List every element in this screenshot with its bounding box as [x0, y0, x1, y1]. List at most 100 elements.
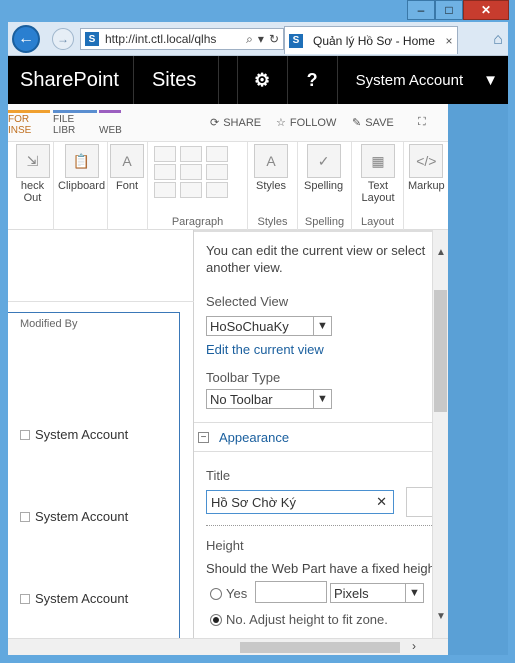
group-styles: A Styles Styles: [248, 142, 298, 230]
ribbon: ⇲ heck Out 📋 Clipboard A Font Paragraph …: [8, 142, 448, 230]
title-side-box: [406, 487, 432, 517]
styles-group-label: Styles: [257, 216, 288, 228]
sharepoint-favicon-icon: S: [289, 33, 303, 48]
selected-view-label: Selected View: [206, 294, 289, 309]
address-bar[interactable]: S http://int.ctl.local/qlhs ⌕ ▾ ↻: [80, 28, 284, 50]
toolbar-type-select[interactable]: No Toolbar ▼: [206, 389, 332, 409]
height-unit-select[interactable]: Pixels ▼: [330, 583, 424, 603]
home-icon[interactable]: ⌂: [488, 30, 508, 50]
tab-web-part[interactable]: WEB: [99, 110, 122, 140]
text-layout-button[interactable]: ▦ Text Layout: [360, 144, 396, 204]
height-value-input[interactable]: [255, 581, 327, 603]
height-yes-radio[interactable]: Yes: [210, 586, 247, 601]
appearance-section-header[interactable]: − Appearance: [194, 422, 432, 452]
browser-tab[interactable]: S Quản lý Hồ Sơ - Home ×: [284, 26, 458, 54]
horizontal-scrollbar[interactable]: ›: [8, 638, 448, 655]
horizontal-scroll-thumb[interactable]: [240, 642, 400, 653]
tab-title: Quản lý Hồ Sơ - Home: [313, 33, 435, 48]
tool-pane-intro: You can edit the current view or select …: [206, 243, 426, 275]
scroll-down-icon[interactable]: ▼: [433, 608, 449, 624]
group-layout: ▦ Text Layout Layout: [352, 142, 404, 230]
content-header-area: [8, 230, 194, 302]
search-icon[interactable]: ⌕: [246, 32, 253, 47]
chevron-down-icon: ▼: [313, 317, 331, 335]
list-item[interactable]: System Account: [20, 591, 128, 606]
scroll-up-icon[interactable]: ▲: [433, 244, 449, 260]
group-clipboard: 📋 Clipboard: [54, 142, 108, 230]
divider: [206, 525, 432, 526]
selected-view-select[interactable]: HoSoChuaKy ▼: [206, 316, 332, 336]
spelling-check-icon: ✓: [306, 144, 341, 178]
row-checkbox[interactable]: [20, 429, 30, 440]
styles-icon: A: [254, 144, 288, 178]
row-checkbox[interactable]: [20, 593, 30, 604]
toolbar-type-label: Toolbar Type: [206, 370, 281, 385]
list-item[interactable]: System Account: [20, 427, 128, 442]
url-text: http://int.ctl.local/qlhs: [105, 32, 217, 46]
tab-file-library[interactable]: FILE LIBR: [53, 110, 97, 140]
modified-by-column-header[interactable]: Modified By: [20, 318, 77, 330]
layout-group-label: Layout: [360, 216, 395, 228]
minimize-button[interactable]: –: [407, 0, 435, 20]
window-controls: – □ ✕: [407, 0, 509, 20]
scroll-right-icon[interactable]: ›: [412, 639, 416, 653]
window-corner: [448, 638, 508, 655]
spelling-group-label: Spelling: [304, 216, 345, 228]
suite-bar: SharePoint Sites ⚙ ? System Account ▼: [8, 56, 508, 104]
markup-icon: </>: [409, 144, 444, 178]
group-spelling: ✓ Spelling Spelling: [298, 142, 352, 230]
help-icon[interactable]: ?: [286, 56, 337, 104]
arrow-right-icon: →: [57, 32, 69, 46]
tab-format-text[interactable]: FOR INSE: [8, 110, 50, 140]
dropdown-icon[interactable]: ▾: [258, 32, 264, 47]
collapse-icon: −: [198, 431, 209, 443]
height-label: Height: [206, 538, 244, 553]
clear-icon[interactable]: ✕: [376, 494, 387, 510]
save-button[interactable]: ✎ SAVE: [352, 116, 394, 130]
chevron-down-icon: ▼: [405, 584, 423, 602]
window-edge: [448, 104, 508, 638]
focus-content-icon[interactable]: ⛶: [418, 116, 426, 129]
markup-button[interactable]: </> Markup: [408, 144, 445, 192]
text-layout-icon: ▦: [361, 144, 395, 178]
group-font: A Font: [108, 142, 148, 230]
height-adjust-radio[interactable]: No. Adjust height to fit zone.: [210, 612, 388, 627]
sites-link[interactable]: Sites: [134, 56, 220, 104]
arrow-left-icon: ←: [18, 30, 34, 47]
clipboard-button[interactable]: 📋 Clipboard: [58, 144, 105, 192]
height-question: Should the Web Part have a fixed heigh: [206, 561, 432, 576]
font-icon: A: [110, 144, 144, 178]
refresh-icon[interactable]: ↻: [269, 32, 279, 47]
check-out-button[interactable]: ⇲ heck Out: [12, 144, 53, 204]
chevron-down-icon: ▼: [313, 390, 331, 408]
title-field[interactable]: Hồ Sơ Chờ Ký ✕: [206, 490, 394, 514]
check-out-icon: ⇲: [15, 144, 50, 178]
account-name: System Account: [355, 71, 464, 89]
maximize-button[interactable]: □: [435, 0, 463, 20]
paragraph-buttons[interactable]: [154, 146, 228, 198]
caret-down-icon: ▼: [483, 71, 498, 89]
share-button[interactable]: ⟳ SHARE: [210, 116, 261, 130]
tool-pane-scrollbar[interactable]: ▲ ▼: [432, 230, 448, 638]
account-menu[interactable]: System Account ▼: [336, 56, 508, 104]
row-checkbox[interactable]: [20, 511, 30, 522]
ribbon-tabs: FOR INSE FILE LIBR WEB ⟳ SHARE ☆ FOLLOW ✎ S…: [8, 104, 448, 142]
paragraph-group-label: Paragraph: [171, 216, 224, 228]
back-button[interactable]: ←: [12, 25, 40, 53]
scroll-thumb[interactable]: [434, 290, 447, 412]
clipboard-icon: 📋: [64, 144, 99, 178]
tab-close-icon[interactable]: ×: [441, 34, 457, 48]
settings-gear-icon[interactable]: ⚙: [236, 56, 287, 104]
spelling-button[interactable]: ✓ Spelling: [304, 144, 343, 192]
close-button[interactable]: ✕: [463, 0, 509, 20]
forward-button[interactable]: →: [52, 28, 74, 50]
sharepoint-brand[interactable]: SharePoint: [8, 56, 134, 104]
group-markup: </> Markup: [404, 142, 448, 230]
font-button[interactable]: A Font: [110, 144, 144, 192]
follow-button[interactable]: ☆ FOLLOW: [276, 116, 336, 130]
list-item[interactable]: System Account: [20, 509, 128, 524]
share-icon: ⟳: [210, 117, 220, 129]
styles-button[interactable]: A Styles: [254, 144, 288, 192]
edit-current-view-link[interactable]: Edit the current view: [206, 342, 324, 357]
browser-toolbar: ← → S http://int.ctl.local/qlhs ⌕ ▾ ↻ S …: [8, 22, 508, 56]
